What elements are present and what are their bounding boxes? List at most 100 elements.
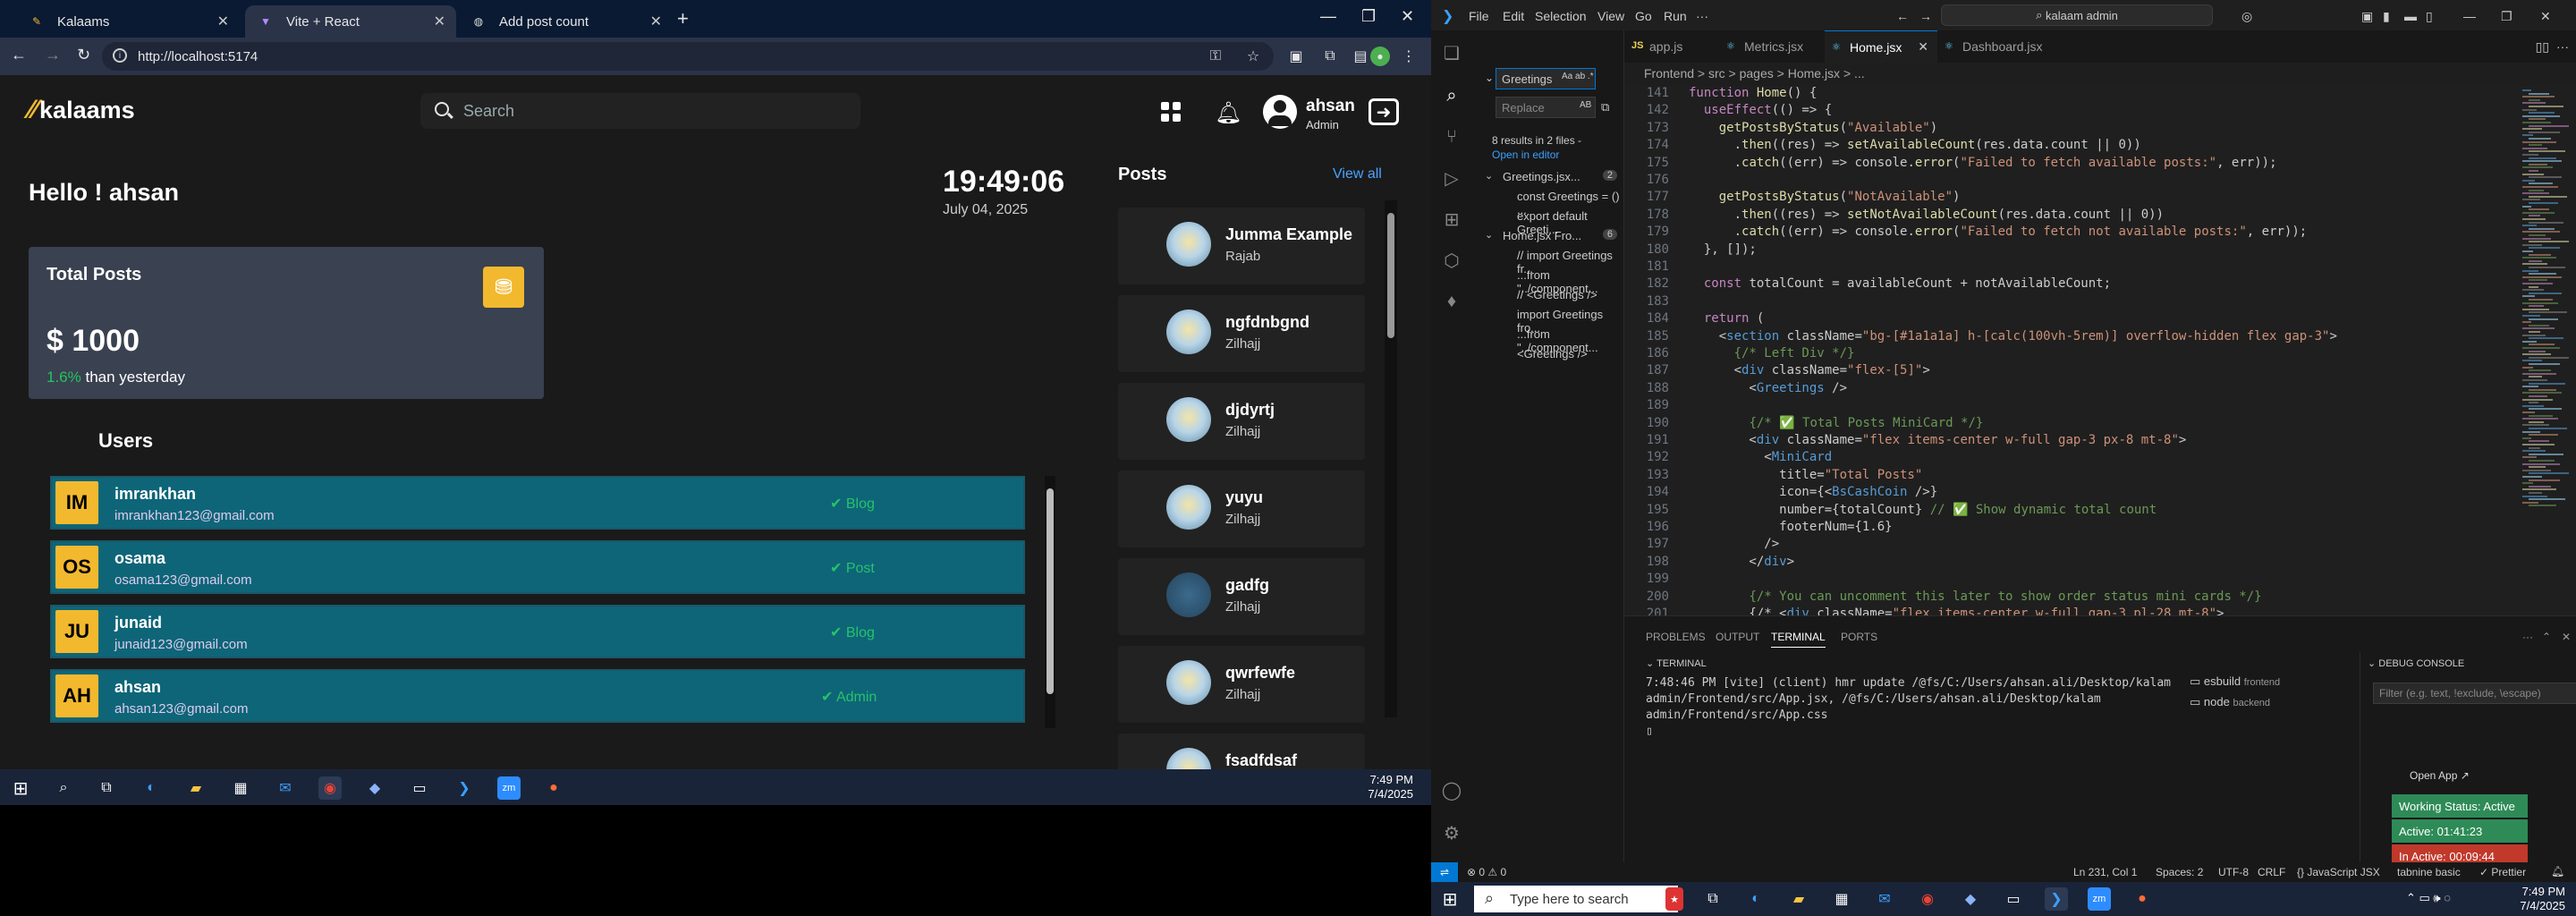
taskbar-search[interactable]: ⌕ Type here to search — [1474, 886, 1678, 912]
extension-icon[interactable]: ▣ — [1286, 47, 1306, 66]
post-item[interactable]: Jumma Example Rajab — [1118, 208, 1365, 284]
chrome-icon[interactable]: ◉ — [318, 776, 342, 800]
search-icon[interactable]: ⌕ — [1440, 84, 1463, 107]
address-bar[interactable]: i http://localhost:5174 — [102, 42, 1274, 71]
mail-icon[interactable]: ✉ — [274, 776, 297, 800]
minimize-icon[interactable]: — — [1320, 7, 1336, 26]
users-scrollbar[interactable] — [1045, 476, 1055, 728]
preserve-case-icon[interactable]: AB — [1580, 100, 1591, 110]
result-file[interactable]: ⌄ Greetings.jsx... 2 — [1472, 170, 1624, 190]
terminal-icon[interactable]: ▭ — [2002, 887, 2025, 911]
forward-icon[interactable]: → — [45, 46, 61, 64]
breadcrumb[interactable]: Frontend > src > pages > Home.jsx > ... — [1644, 66, 1865, 81]
toggle-panel-icon[interactable]: ▬ — [2404, 9, 2417, 23]
result-line[interactable]: import Greetings fro... — [1472, 308, 1624, 335]
panel-tab-ports[interactable]: PORTS — [1841, 631, 1877, 643]
tab-kalaams[interactable]: ✎ Kalaams ✕ — [16, 5, 240, 38]
match-case-icon[interactable]: Aa ab .* — [1562, 72, 1594, 81]
reload-icon[interactable]: ↻ — [77, 46, 90, 64]
result-line[interactable]: ...from "../component... — [1472, 327, 1624, 354]
open-in-editor-link[interactable]: Open in editor — [1492, 148, 1559, 161]
widget-icon[interactable]: ★ — [1665, 887, 1683, 911]
scroll-thumb[interactable] — [1046, 488, 1054, 694]
search-icon[interactable]: ⌕ — [52, 776, 75, 800]
back-icon[interactable]: ← — [11, 46, 27, 64]
maximize-panel-icon[interactable]: ⌃ — [2542, 631, 2551, 643]
result-line[interactable]: // <Greetings /> — [1472, 288, 1624, 308]
toggle-secondary-sidebar-icon[interactable]: ▯ — [2426, 9, 2433, 24]
post-item[interactable]: qwrfewfe Zilhajj — [1118, 646, 1365, 723]
code-editor[interactable]: 141 function Home() {142 useEffect(() => … — [1624, 86, 2576, 615]
menu-file[interactable]: File — [1469, 9, 1489, 23]
nav-forward-icon[interactable]: → — [1919, 9, 1932, 23]
result-line[interactable]: <Greetings /> — [1472, 347, 1624, 367]
nav-back-icon[interactable]: ← — [1896, 9, 1909, 23]
terminal-icon[interactable]: ▭ — [408, 776, 431, 800]
minimize-icon[interactable]: — — [2463, 9, 2476, 23]
more-actions-icon[interactable]: ··· — [2556, 39, 2569, 54]
minimap[interactable] — [2519, 86, 2576, 615]
vscode-icon[interactable]: ❯ — [453, 776, 476, 800]
taskbar-clock[interactable]: 7:49 PM 7/4/2025 — [1368, 773, 1413, 802]
store-icon[interactable]: ▦ — [229, 776, 252, 800]
user-row[interactable]: IM imrankhan imrankhan123@gmail.com ✔ Bl… — [50, 476, 1025, 530]
logout-icon[interactable]: ➜ — [1368, 98, 1399, 125]
scroll-thumb[interactable] — [1387, 213, 1394, 338]
apps-grid-icon[interactable] — [1161, 102, 1181, 122]
panel-tab-output[interactable]: OUTPUT — [1716, 631, 1759, 643]
file-explorer-icon[interactable]: ▰ — [1787, 887, 1810, 911]
terminal-item-esbuild[interactable]: ▭ esbuild frontend — [2190, 672, 2324, 692]
menu-view[interactable]: View — [1597, 9, 1624, 23]
tab-app-js[interactable]: JS app.js — [1624, 30, 1719, 63]
windows-start-icon[interactable]: ⊞ — [9, 776, 32, 800]
close-window-icon[interactable]: ✕ — [1401, 7, 1414, 26]
result-line[interactable]: ...from "../component... — [1472, 268, 1624, 295]
panel-more-icon[interactable]: ··· — [2522, 631, 2533, 643]
more-menu-icon[interactable]: ··· — [1696, 9, 1708, 23]
posts-scrollbar[interactable] — [1385, 200, 1397, 717]
split-editor-icon[interactable]: ▯▯ — [2536, 39, 2549, 55]
close-window-icon[interactable]: ✕ — [2540, 9, 2551, 24]
vscode-alt-icon[interactable]: ◆ — [363, 776, 386, 800]
mail-icon[interactable]: ✉ — [1873, 887, 1896, 911]
run-debug-icon[interactable]: ▷ — [1440, 166, 1463, 190]
extensions-icon[interactable]: ⊞ — [1440, 208, 1463, 231]
user-row[interactable]: JU junaid junaid123@gmail.com ✔ Blog — [50, 605, 1025, 658]
user-avatar-icon[interactable] — [1263, 95, 1297, 129]
post-item[interactable]: djdyrtj Zilhajj — [1118, 383, 1365, 460]
indentation[interactable]: Spaces: 2 — [2156, 866, 2203, 878]
edge-icon[interactable]: ◐ — [140, 776, 163, 800]
remote-indicator-icon[interactable]: ⇌ — [1431, 862, 1458, 882]
remote-icon[interactable]: ⬡ — [1440, 249, 1463, 272]
command-center[interactable]: ⌕ kalaam admin — [1941, 4, 2213, 26]
terminal-output[interactable]: 7:48:46 PM [vite] (client) hmr update /@… — [1646, 675, 2182, 740]
mongodb-icon[interactable]: ♦ — [1440, 290, 1463, 313]
restore-icon[interactable]: ❐ — [2501, 9, 2512, 24]
edge-icon[interactable]: ◐ — [1744, 887, 1767, 911]
settings-gear-icon[interactable]: ⚙ — [1440, 821, 1463, 844]
new-tab-icon[interactable]: + — [677, 7, 689, 30]
menu-run[interactable]: Run — [1664, 9, 1687, 23]
restore-icon[interactable]: ❐ — [1361, 7, 1376, 26]
tab-dashboard-jsx[interactable]: ⚛ Dashboard.jsx — [1937, 30, 2063, 63]
close-tab-icon[interactable]: ✕ — [217, 13, 229, 30]
close-tab-icon[interactable]: ✕ — [650, 13, 662, 30]
kalaams-logo[interactable]: ⁄⁄ kalaams — [29, 95, 135, 125]
user-row[interactable]: AH ahsan ahsan123@gmail.com ✔ Admin — [50, 669, 1025, 723]
tabnine-status[interactable]: tabnine basic — [2397, 866, 2461, 878]
cursor-position[interactable]: Ln 231, Col 1 — [2073, 866, 2137, 878]
zoom-icon[interactable]: zm — [2088, 887, 2111, 911]
menu-edit[interactable]: Edit — [1503, 9, 1524, 23]
bell-icon[interactable]: 🔔︎ — [1215, 100, 1241, 126]
postman-icon[interactable]: ● — [542, 776, 565, 800]
problems-count[interactable]: ⊗ 0 ⚠ 0 — [1467, 866, 1506, 878]
vscode-alt-icon[interactable]: ◆ — [1959, 887, 1982, 911]
task-view-icon[interactable]: ⧉ — [1701, 887, 1724, 911]
search-bar[interactable]: Search — [420, 93, 860, 129]
windows-start-icon[interactable]: ⊞ — [1438, 887, 1462, 911]
panel-tab-problems[interactable]: PROBLEMS — [1646, 631, 1706, 643]
terminal-item-node[interactable]: ▭ node backend — [2190, 692, 2324, 713]
view-all-link[interactable]: View all — [1333, 166, 1382, 182]
collapse-chevron-icon[interactable]: ⌄ — [1485, 72, 1494, 84]
layout-icon[interactable]: ▣ — [2361, 9, 2373, 24]
